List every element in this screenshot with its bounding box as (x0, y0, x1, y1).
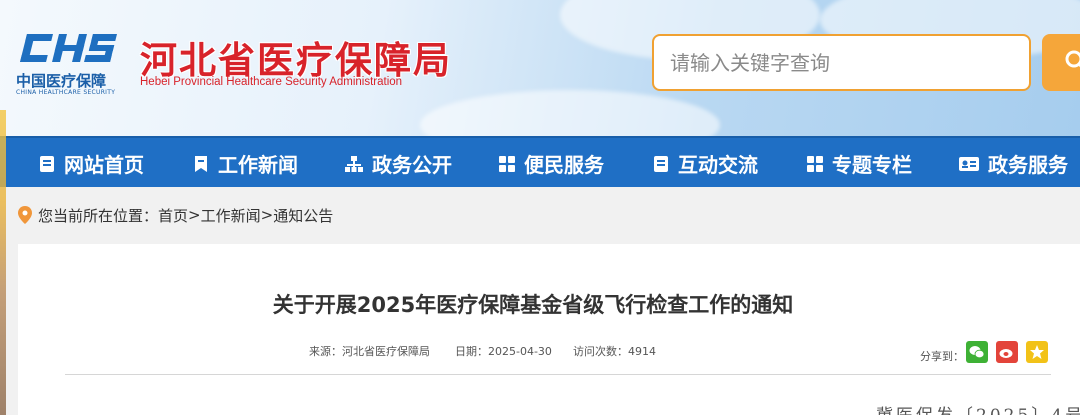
share-wechat-button[interactable] (966, 341, 988, 363)
breadcrumb-separator: > (188, 206, 201, 224)
nav-label: 便民服务 (524, 153, 604, 177)
search-button[interactable] (1042, 34, 1080, 91)
nav-item-gov-affairs[interactable]: 政务公开 (344, 138, 452, 189)
main-nav: 网站首页 工作新闻 政务公开 便民服务 互动交流 专题专栏 政务服务 (0, 136, 1080, 187)
share-label: 分享到： (920, 350, 964, 363)
document-icon (654, 155, 668, 172)
nav-item-special-topics[interactable]: 专题专栏 (806, 138, 912, 189)
cloud-decoration (420, 90, 720, 136)
chs-logo[interactable]: 中国医疗保障 CHINA HEALTHCARE SECURITY (16, 30, 122, 96)
nav-label: 互动交流 (678, 153, 758, 177)
star-icon (1030, 345, 1044, 359)
article-visits: 访问次数：4914 (573, 345, 656, 358)
nav-item-interaction[interactable]: 互动交流 (652, 138, 758, 189)
nav-item-work-news[interactable]: 工作新闻 (192, 138, 298, 189)
article-source: 来源：河北省医疗保障局 (309, 345, 430, 358)
nav-label: 工作新闻 (218, 153, 298, 177)
article-date: 日期：2025-04-30 (455, 345, 552, 358)
document-number: 冀医保发〔2025〕4号 (876, 401, 1080, 415)
search-icon (1065, 50, 1080, 68)
edge-decoration (0, 110, 6, 415)
logo-english-text: CHINA HEALTHCARE SECURITY (16, 89, 116, 96)
id-card-icon (959, 156, 979, 171)
breadcrumb: 您当前所在位置： 首页 > 工作新闻 > 通知公告 (18, 203, 333, 227)
breadcrumb-notices[interactable]: 通知公告 (273, 205, 333, 226)
nav-item-gov-services[interactable]: 政务服务 (958, 138, 1068, 189)
breadcrumb-home[interactable]: 首页 (158, 205, 188, 226)
article-card: 关于开展2025年医疗保障基金省级飞行检查工作的通知 来源：河北省医疗保障局 日… (18, 244, 1080, 415)
nav-item-home[interactable]: 网站首页 (38, 138, 144, 189)
nav-label: 政务服务 (988, 153, 1068, 177)
grid-icon (807, 155, 823, 172)
weibo-icon (999, 349, 1013, 358)
breadcrumb-separator: > (260, 206, 274, 224)
chs-logo-icon (20, 34, 118, 62)
bookmark-icon (195, 155, 207, 172)
wechat-icon (969, 346, 985, 359)
nav-item-public-services[interactable]: 便民服务 (498, 138, 604, 189)
nav-label: 政务公开 (372, 153, 452, 177)
grid-icon (499, 155, 515, 172)
nav-label: 网站首页 (64, 153, 144, 177)
location-pin-icon (18, 206, 32, 224)
nav-label: 专题专栏 (832, 153, 912, 177)
breadcrumb-work-news[interactable]: 工作新闻 (201, 205, 261, 226)
sitemap-icon (345, 155, 363, 172)
site-header: 中国医疗保障 CHINA HEALTHCARE SECURITY 河北省医疗保障… (0, 0, 1080, 136)
article-divider (65, 374, 1051, 375)
search-input[interactable] (652, 34, 1031, 91)
logo-chinese-text: 中国医疗保障 (16, 72, 107, 90)
document-icon (40, 155, 54, 172)
site-subtitle: Hebei Provincial Healthcare Security Adm… (140, 76, 403, 88)
article-title: 关于开展2025年医疗保障基金省级飞行检查工作的通知 (272, 293, 794, 317)
breadcrumb-prefix: 您当前所在位置： (38, 206, 159, 225)
share-qzone-button[interactable] (1026, 341, 1048, 363)
share-weibo-button[interactable] (996, 341, 1018, 363)
